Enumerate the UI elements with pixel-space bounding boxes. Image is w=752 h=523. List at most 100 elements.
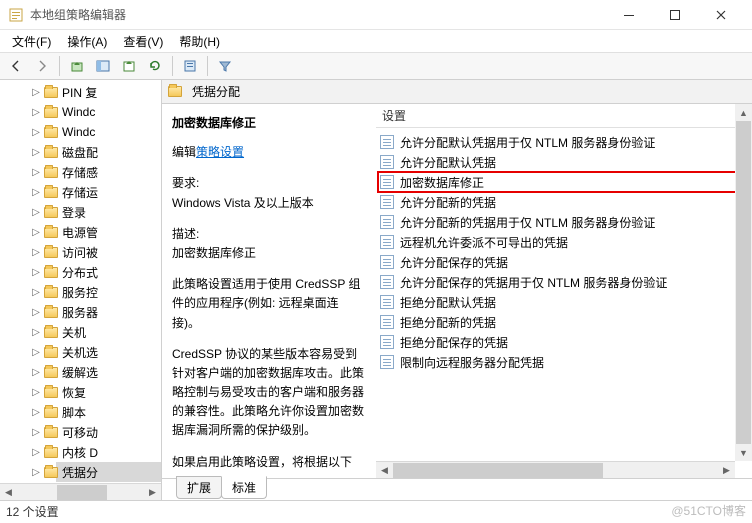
setting-row[interactable]: 允许分配保存的凭据用于仅 NTLM 服务器身份验证	[378, 272, 750, 292]
tree-item[interactable]: ▷恢复	[56, 382, 161, 402]
requirements-label: 要求:	[172, 174, 366, 193]
tree-item[interactable]: ▷Windc	[56, 122, 161, 142]
edit-policy-link[interactable]: 策略设置	[196, 145, 244, 159]
tree-item[interactable]: ▷存储感	[56, 162, 161, 182]
setting-label: 拒绝分配保存的凭据	[400, 334, 508, 351]
folder-icon	[44, 367, 58, 378]
setting-icon	[380, 355, 394, 369]
list-v-scrollbar[interactable]: ▲ ▼	[735, 104, 752, 461]
folder-icon	[44, 327, 58, 338]
column-header-setting[interactable]: 设置	[376, 104, 752, 128]
expand-icon[interactable]: ▷	[30, 367, 42, 378]
tree-item[interactable]: ▷脚本	[56, 402, 161, 422]
window-title: 本地组策略编辑器	[30, 6, 606, 23]
folder-icon	[44, 227, 58, 238]
expand-icon[interactable]: ▷	[30, 287, 42, 298]
menu-file[interactable]: 文件(F)	[4, 31, 59, 52]
status-bar: 12 个设置	[0, 500, 752, 522]
expand-icon[interactable]: ▷	[30, 327, 42, 338]
filter-button[interactable]	[213, 55, 237, 77]
folder-icon	[44, 167, 58, 178]
expand-icon[interactable]: ▷	[30, 127, 42, 138]
tree-item[interactable]: ▷服务控	[56, 282, 161, 302]
setting-label: 限制向远程服务器分配凭据	[400, 354, 544, 371]
tree-item[interactable]: ▷服务器	[56, 302, 161, 322]
tree-item[interactable]: ▷登录	[56, 202, 161, 222]
scroll-right-icon[interactable]: ▶	[718, 462, 735, 479]
view-tabs: 扩展 标准	[162, 478, 752, 500]
tree-item[interactable]: ▷凭据分	[56, 462, 161, 482]
tree-item[interactable]: ▷PIN 复	[56, 82, 161, 102]
scroll-right-icon[interactable]: ▶	[144, 484, 161, 501]
expand-icon[interactable]: ▷	[30, 147, 42, 158]
tree-item[interactable]: ▷访问被	[56, 242, 161, 262]
description-paragraph: 此策略设置适用于使用 CredSSP 组件的应用程序(例如: 远程桌面连接)。	[172, 275, 366, 333]
expand-icon[interactable]: ▷	[30, 187, 42, 198]
tree-item-label: 凭据分	[62, 464, 98, 481]
setting-row[interactable]: 限制向远程服务器分配凭据	[378, 352, 750, 372]
folder-icon	[44, 427, 58, 438]
setting-row[interactable]: 允许分配保存的凭据	[378, 252, 750, 272]
setting-row[interactable]: 拒绝分配新的凭据	[378, 312, 750, 332]
setting-icon	[380, 335, 394, 349]
up-button[interactable]	[65, 55, 89, 77]
menu-action[interactable]: 操作(A)	[59, 31, 115, 52]
tree-item[interactable]: ▷缓解选	[56, 362, 161, 382]
tree-item-label: 电源管	[62, 224, 98, 241]
tree-item[interactable]: ▷关机选	[56, 342, 161, 362]
setting-icon	[380, 135, 394, 149]
setting-row[interactable]: 拒绝分配保存的凭据	[378, 332, 750, 352]
setting-row[interactable]: 远程机允许委派不可导出的凭据	[378, 232, 750, 252]
expand-icon[interactable]: ▷	[30, 307, 42, 318]
minimize-button[interactable]	[606, 0, 652, 30]
scroll-down-icon[interactable]: ▼	[735, 444, 752, 461]
show-hide-tree-button[interactable]	[91, 55, 115, 77]
expand-icon[interactable]: ▷	[30, 227, 42, 238]
expand-icon[interactable]: ▷	[30, 247, 42, 258]
expand-icon[interactable]: ▷	[30, 107, 42, 118]
properties-button[interactable]	[178, 55, 202, 77]
maximize-button[interactable]	[652, 0, 698, 30]
setting-row[interactable]: 允许分配默认凭据用于仅 NTLM 服务器身份验证	[378, 132, 750, 152]
menu-view[interactable]: 查看(V)	[115, 31, 171, 52]
tree-h-scrollbar[interactable]: ◀ ▶	[0, 483, 161, 500]
back-button[interactable]	[4, 55, 28, 77]
tree-item[interactable]: ▷存储运	[56, 182, 161, 202]
expand-icon[interactable]: ▷	[30, 447, 42, 458]
expand-icon[interactable]: ▷	[30, 427, 42, 438]
close-button[interactable]	[698, 0, 744, 30]
tree-item[interactable]: ▷电源管	[56, 222, 161, 242]
setting-row[interactable]: 加密数据库修正	[378, 172, 750, 192]
tree-item[interactable]: ▷内核 D	[56, 442, 161, 462]
setting-row[interactable]: 拒绝分配默认凭据	[378, 292, 750, 312]
expand-icon[interactable]: ▷	[30, 347, 42, 358]
list-h-scrollbar[interactable]: ◀ ▶	[376, 461, 735, 478]
expand-icon[interactable]: ▷	[30, 267, 42, 278]
refresh-button[interactable]	[143, 55, 167, 77]
tab-extended[interactable]: 扩展	[176, 476, 222, 499]
tree-item[interactable]: ▷关机	[56, 322, 161, 342]
menu-help[interactable]: 帮助(H)	[171, 31, 228, 52]
expand-icon[interactable]: ▷	[30, 207, 42, 218]
setting-row[interactable]: 允许分配新的凭据	[378, 192, 750, 212]
tree-item[interactable]: ▷磁盘配	[56, 142, 161, 162]
scroll-left-icon[interactable]: ◀	[376, 462, 393, 479]
menu-bar: 文件(F) 操作(A) 查看(V) 帮助(H)	[0, 30, 752, 52]
setting-row[interactable]: 允许分配默认凭据	[378, 152, 750, 172]
expand-icon[interactable]: ▷	[30, 407, 42, 418]
expand-icon[interactable]: ▷	[30, 387, 42, 398]
setting-icon	[380, 315, 394, 329]
scroll-left-icon[interactable]: ◀	[0, 484, 17, 501]
export-button[interactable]	[117, 55, 141, 77]
expand-icon[interactable]: ▷	[30, 87, 42, 98]
tree-item[interactable]: ▷Windc	[56, 102, 161, 122]
tree-item[interactable]: ▷可移动	[56, 422, 161, 442]
expand-icon[interactable]: ▷	[30, 467, 42, 478]
scroll-up-icon[interactable]: ▲	[735, 104, 752, 121]
forward-button[interactable]	[30, 55, 54, 77]
tab-standard[interactable]: 标准	[221, 476, 267, 499]
setting-row[interactable]: 允许分配新的凭据用于仅 NTLM 服务器身份验证	[378, 212, 750, 232]
tree-item[interactable]: ▷分布式	[56, 262, 161, 282]
expand-icon[interactable]: ▷	[30, 167, 42, 178]
folder-icon	[168, 86, 182, 97]
